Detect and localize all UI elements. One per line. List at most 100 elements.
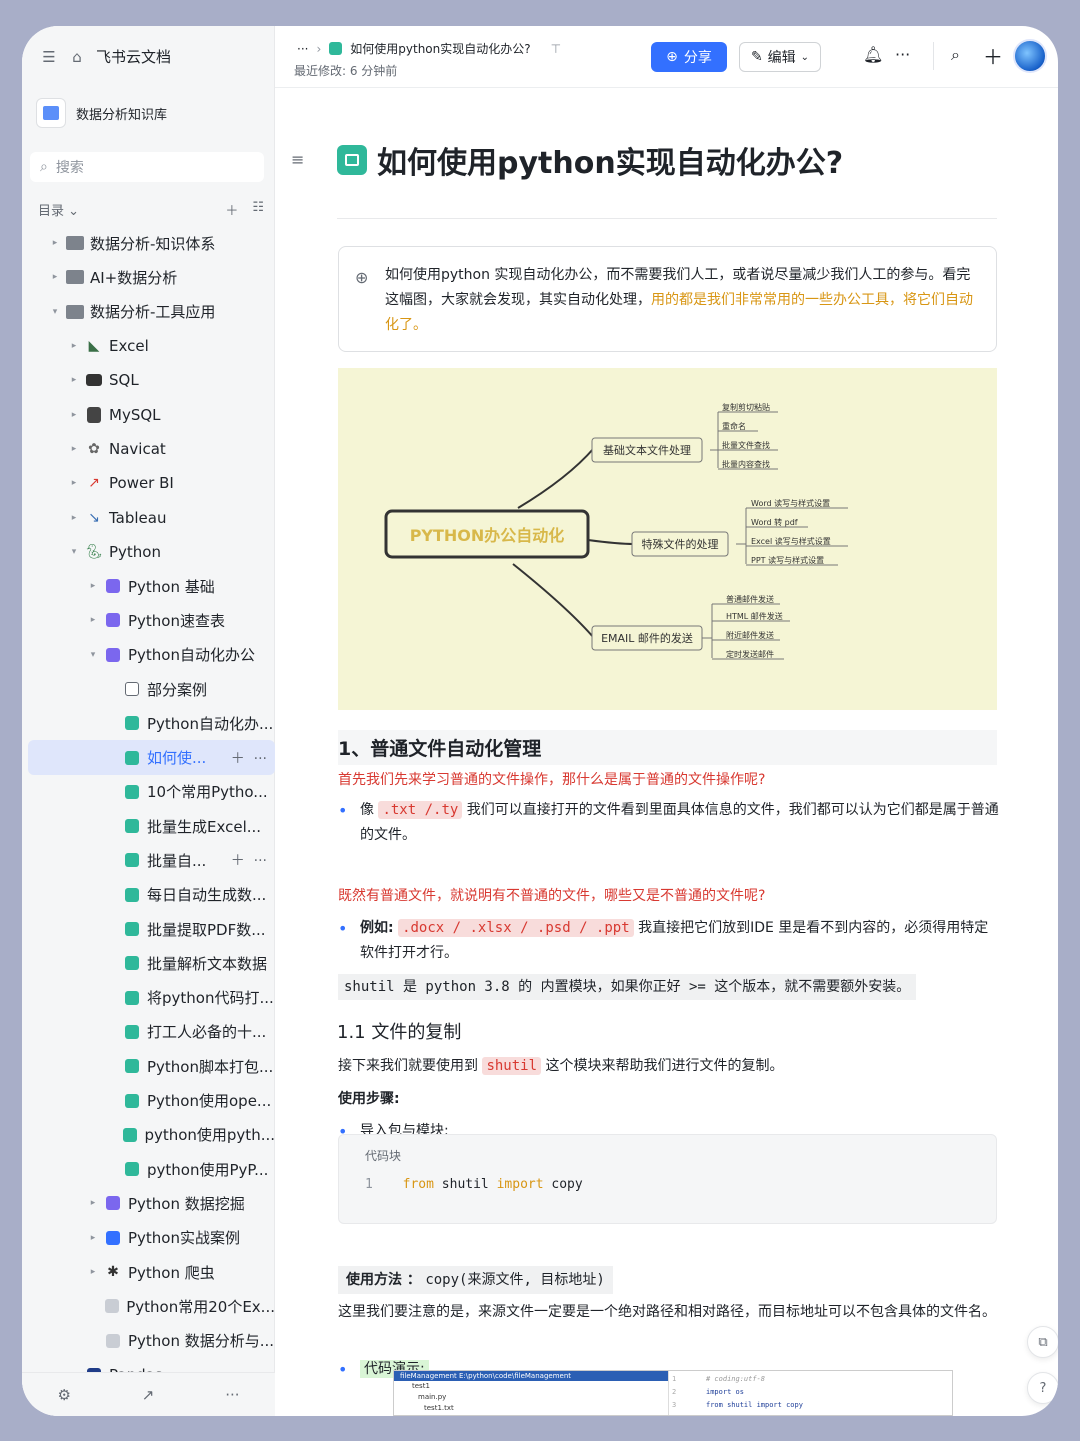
more-icon[interactable]: ··· (254, 751, 267, 767)
question-1[interactable]: 首先我们先来学习普通的文件操作，那什么是属于普通的文件操作呢? (338, 768, 765, 793)
chevron-right-icon[interactable]: ▸ (67, 513, 81, 523)
settings-icon[interactable]: ⚙ (57, 1386, 70, 1404)
tree-item[interactable]: ▾ 🐍︎ Python (28, 535, 275, 569)
more-icon[interactable]: ··· (895, 45, 910, 64)
breadcrumb-title[interactable]: 如何使用python实现自动化办公? (350, 40, 530, 57)
add-icon[interactable]: ＋ (231, 751, 245, 767)
more-icon[interactable]: ··· (225, 1386, 239, 1404)
chevron-right-icon[interactable]: ▸ (86, 1233, 100, 1243)
chevron-right-icon[interactable]: ▸ (67, 478, 81, 488)
note-block[interactable]: shutil 是 python 3.8 的 内置模块，如果你正好 >= 这个版本… (338, 974, 917, 1000)
tree-item[interactable]: Python常用20个Ex... (28, 1289, 275, 1323)
knowledge-base[interactable]: 数据分析知识库 (36, 98, 167, 128)
tree-item[interactable]: ▸ Python 基础 (28, 569, 275, 603)
tree-item[interactable]: ▸ Python实战案例 (28, 1221, 275, 1255)
tree-item-actions[interactable]: ＋ ··· (231, 850, 267, 870)
tree-item[interactable]: ▸ Python速查表 (28, 603, 275, 637)
help-button[interactable]: ? (1027, 1372, 1058, 1404)
tree-item[interactable]: 如何使... ＋ ··· (28, 740, 275, 775)
tree-item[interactable]: 批量生成Excel... (28, 809, 275, 843)
tree-item[interactable]: 每日自动生成数... (28, 878, 275, 912)
tree-item[interactable]: Python脚本打包... (28, 1049, 275, 1083)
tree-item[interactable]: ▸ ↗ Power BI (28, 466, 275, 500)
tree-item-label: 如何使... (147, 749, 207, 768)
collapse-sidebar-icon[interactable]: ☰ (40, 48, 58, 66)
tree-item[interactable]: Python自动化办... (28, 706, 275, 740)
chevron-right-icon[interactable]: ▸ (48, 272, 62, 282)
home-icon[interactable]: ⌂ (68, 48, 86, 66)
chevron-right-icon[interactable]: ▸ (86, 1198, 100, 1208)
tree-item[interactable]: 批量解析文本数据 (28, 946, 275, 980)
page-title-text[interactable]: 如何使用python实现自动化办公? (377, 138, 843, 182)
tree-item[interactable]: ▸ ✿ Navicat (28, 432, 275, 466)
tree-item-label: SQL (109, 371, 139, 390)
tree-item[interactable]: 打工人必备的十... (28, 1015, 275, 1049)
tree-item[interactable]: 10个常用Pytho... (28, 775, 275, 809)
tree-item[interactable]: 批量提取PDF数... (28, 912, 275, 946)
tree-item[interactable]: 将python代码打... (28, 981, 275, 1015)
search-input[interactable]: ⌕ 搜索 (30, 152, 264, 182)
tree-item[interactable]: Python 数据分析与... (28, 1324, 275, 1358)
share-icon[interactable]: ↗ (142, 1386, 155, 1404)
avatar[interactable] (1013, 39, 1047, 73)
tree-item[interactable]: ▸ Python 数据挖掘 (28, 1186, 275, 1220)
heading-1[interactable]: 1、普通文件自动化管理 (338, 730, 997, 765)
chevron-right-icon[interactable]: ▸ (86, 581, 100, 591)
tree-item[interactable]: ▸ AI+数据分析 (28, 260, 275, 294)
chevron-right-icon[interactable]: ▸ (67, 375, 81, 385)
more-icon[interactable]: ··· (254, 853, 267, 869)
doc-purple-icon (104, 612, 122, 628)
bullet-2[interactable]: 例如: .docx / .xlsx / .psd / .ppt 我直接把它们放到… (338, 916, 1000, 966)
steps-label[interactable]: 使用步骤: (338, 1087, 400, 1112)
heading-2[interactable]: 1.1 文件的复制 (337, 1018, 461, 1044)
outline-icon[interactable]: ≡ (291, 150, 304, 169)
tree-item[interactable]: ▸ ↘ Tableau (28, 500, 275, 534)
search-icon[interactable]: ⌕ (951, 45, 960, 65)
chevron-right-icon[interactable]: ▸ (48, 238, 62, 248)
paragraph-2[interactable]: 这里我们要注意的是，来源文件一定要是一个绝对路径和相对路径，而目标地址可以不包含… (338, 1300, 998, 1325)
add-icon[interactable]: ＋ (983, 41, 1003, 70)
tree-item[interactable]: Python使用ope... (28, 1083, 275, 1117)
chevron-down-icon[interactable]: ▾ (67, 547, 81, 557)
tree-item[interactable]: ▸ MySQL (28, 397, 275, 431)
tree-item[interactable]: ▸ ◣ Excel (28, 329, 275, 363)
doc-blue-icon (104, 1230, 122, 1246)
chevron-right-icon[interactable]: ▸ (67, 444, 81, 454)
add-icon[interactable]: ＋ (231, 853, 245, 869)
share-button[interactable]: ⊕ 分享 (651, 42, 727, 72)
tree-item[interactable]: ▾ 数据分析-工具应用 (28, 295, 275, 329)
tree-item-actions[interactable]: ＋ ··· (231, 748, 267, 768)
tree-settings-icon[interactable]: ☷ (252, 200, 264, 219)
usage-block[interactable]: 使用方法 ： copy(来源文件, 目标地址) (338, 1266, 613, 1294)
tree-item[interactable]: 部分案例 (28, 672, 275, 706)
question-2[interactable]: 既然有普通文件，就说明有不普通的文件，哪些又是不普通的文件呢? (338, 884, 765, 909)
tree-item[interactable]: python使用pyth... (28, 1118, 275, 1152)
tree-item[interactable]: ▸ SQL (28, 363, 275, 397)
toc-label[interactable]: 目录 ⌄ (38, 200, 79, 219)
bell-icon[interactable]: 🔔︎ (863, 45, 883, 64)
add-icon[interactable]: ＋ (225, 200, 238, 219)
pin-icon[interactable]: ⊤ (551, 42, 561, 56)
tree-item[interactable]: ▸ ✱ Python 爬虫 (28, 1255, 275, 1289)
folder-icon (66, 304, 84, 320)
paragraph-1[interactable]: 接下来我们就要使用到 shutil 这个模块来帮助我们进行文件的复制。 (338, 1054, 783, 1079)
tree-item[interactable]: python使用PyP... (28, 1152, 275, 1186)
tree-item-label: 批量提取PDF数... (147, 920, 266, 939)
tree-item[interactable]: ▸ 数据分析-知识体系 (28, 226, 275, 260)
chevron-right-icon[interactable]: ▸ (86, 1267, 100, 1277)
bullet-1[interactable]: 像 .txt /.ty 我们可以直接打开的文件看到里面具体信息的文件，我们都可以… (338, 798, 1000, 848)
mysql-icon (85, 406, 103, 423)
tree-item[interactable]: 批量自... ＋ ··· (28, 843, 275, 877)
tree-item[interactable]: ▾ Python自动化办公 (28, 638, 275, 672)
chevron-down-icon[interactable]: ▾ (48, 307, 62, 317)
chevron-right-icon[interactable]: ▸ (86, 615, 100, 625)
chevron-right-icon[interactable]: ▸ (67, 410, 81, 420)
chevron-down-icon[interactable]: ▾ (86, 650, 100, 660)
page-title: 如何使用python实现自动化办公? (337, 138, 843, 182)
breadcrumb-more[interactable]: ··· (297, 42, 308, 56)
chevron-right-icon[interactable]: ▸ (67, 341, 81, 351)
callout[interactable]: ⊕ 如何使用python 实现自动化办公，而不需要我们人工，或者说尽量减少我们人… (338, 246, 997, 352)
edit-button[interactable]: ✎ 编辑 ⌄ (739, 42, 821, 72)
code-block[interactable]: 代码块 1 from shutil import copy (338, 1134, 997, 1224)
copy-link-button[interactable]: ⧉ (1027, 1326, 1058, 1358)
